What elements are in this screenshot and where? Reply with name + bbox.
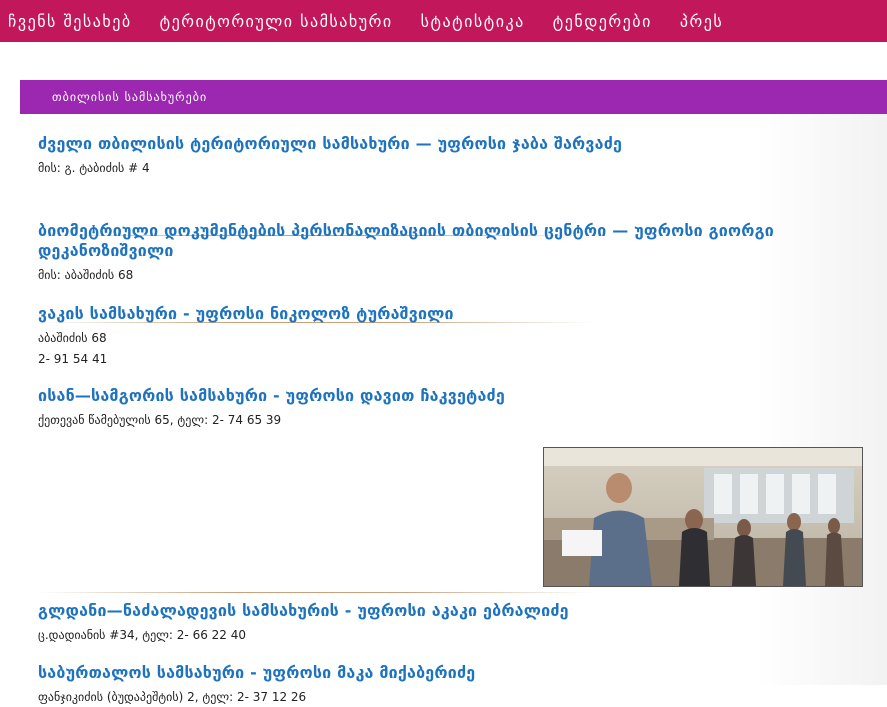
service-address: მის: აბაშიძის 68 bbox=[38, 268, 134, 282]
service-entry-gldani-nadzaladevi: გლდანი—ნაძალადევის სამსახურის - უფროსი ა… bbox=[38, 601, 783, 645]
service-entry-isani-samgori: ისან—სამგორის სამსახური - უფროსი დავით ჩ… bbox=[38, 386, 783, 430]
nav-item-about[interactable]: ჩვენს შესახებ bbox=[8, 12, 132, 31]
service-address: ფანჯიკიძის (ბუდაპეშტის) 2, ტელ: 2- 37 12… bbox=[38, 690, 307, 704]
service-title-link[interactable]: საბურთალოს სამსახური - უფროსი მაკა მიქაბ… bbox=[38, 663, 783, 683]
top-navigation: ჩვენს შესახებ ტერიტორიული სამსახური სტატ… bbox=[0, 0, 887, 42]
service-title-link[interactable]: ისან—სამგორის სამსახური - უფროსი დავით ჩ… bbox=[38, 386, 783, 406]
service-title-link[interactable]: გლდანი—ნაძალადევის სამსახურის - უფროსი ა… bbox=[38, 601, 783, 621]
nav-item-statistics[interactable]: სტატისტიკა bbox=[421, 12, 525, 31]
service-entry-biometric-center: ბიომეტრიული დოკუმენტების პერსონალიზაციის… bbox=[38, 221, 783, 285]
service-entry-vake: ვაკის სამსახური - უფროსი ნიკოლოზ ტურაშვი… bbox=[38, 304, 783, 369]
service-address: აბაშიძის 68 bbox=[38, 331, 107, 345]
panel-body: ძველი თბილისის ტერიტორიული სამსახური — უ… bbox=[20, 114, 887, 704]
service-title-link[interactable]: ბიომეტრიული დოკუმენტების პერსონალიზაციის… bbox=[38, 221, 783, 261]
nav-item-press[interactable]: პრეს bbox=[680, 12, 723, 31]
service-address: ქეთევან წამებულის 65, ტელ: 2- 74 65 39 bbox=[38, 413, 282, 427]
nav-item-tenders[interactable]: ტენდერები bbox=[553, 12, 652, 31]
nav-item-territorial-service[interactable]: ტერიტორიული სამსახური bbox=[160, 12, 393, 31]
service-title-link[interactable]: ძველი თბილისის ტერიტორიული სამსახური — უ… bbox=[38, 134, 783, 154]
service-hall-photo bbox=[543, 447, 863, 587]
photo-illustration bbox=[544, 448, 862, 586]
service-address: მის: გ. ტაბიძის # 4 bbox=[38, 161, 150, 175]
panel-heading: თბილისის სამსახურები bbox=[20, 80, 887, 114]
tbilisi-services-panel: თბილისის სამსახურები ძველი თბილისის ტერი… bbox=[20, 80, 887, 704]
service-entry-saburtalo: საბურთალოს სამსახური - უფროსი მაკა მიქაბ… bbox=[38, 663, 783, 707]
divider bbox=[38, 592, 593, 593]
service-title-link[interactable]: ვაკის სამსახური - უფროსი ნიკოლოზ ტურაშვი… bbox=[38, 304, 783, 324]
service-entry-old-tbilisi: ძველი თბილისის ტერიტორიული სამსახური — უ… bbox=[38, 134, 783, 178]
service-phone: 2- 91 54 41 bbox=[38, 352, 108, 366]
service-address: ც.დადიანის #34, ტელ: 2- 66 22 40 bbox=[38, 628, 247, 642]
